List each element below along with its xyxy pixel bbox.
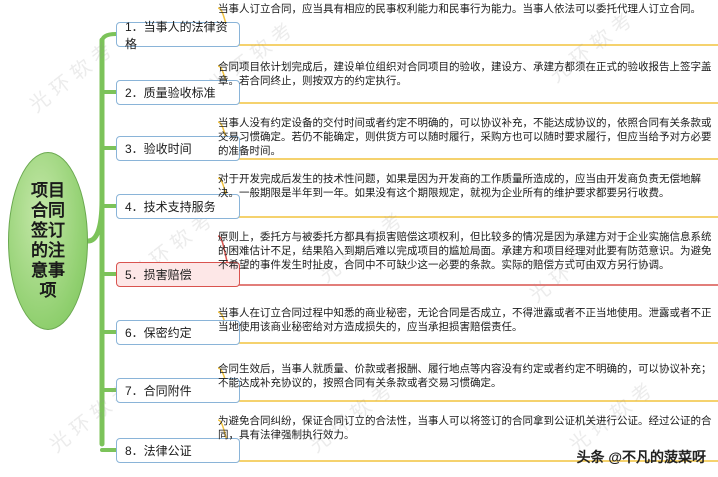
branch-label-2: 2．质量验收标准 — [125, 86, 216, 100]
branch-description-3: 当事人没有约定设备的交付时间或者约定不明确的，可以协议补充，不能达成协议的，依照… — [218, 117, 712, 157]
branch-description-1: 当事人订立合同，应当具有相应的民事权利能力和民事行为能力。当事人依法可以委托代理… — [218, 3, 701, 15]
branch-label-4: 4．技术支持服务 — [125, 200, 216, 214]
branch-node-1: 1．当事人的法律资格 — [116, 20, 240, 51]
author-signature: 头条 @不凡的菠菜呀 — [576, 449, 706, 465]
branch-label-1: 1．当事人的法律资格 — [125, 19, 228, 51]
branch-label-8: 8．法律公证 — [125, 444, 192, 458]
branch-label-3: 3．验收时间 — [125, 142, 192, 156]
root-node: 项目合同签订的注意事项 — [8, 152, 88, 330]
branch-description-8: 为避免合同纠纷，保证合同订立的合法性，当事人可以将签订的合同拿到公证机关进行公证… — [218, 415, 712, 441]
branch-label-6: 6．保密约定 — [125, 326, 192, 340]
branch-description-5: 原则上，委托方与被委托方都具有损害赔偿这项权利，但比较多的情况是因为承建方对于企… — [218, 231, 712, 271]
branch-label-7: 7．合同附件 — [125, 384, 192, 398]
branch-description-6: 当事人在订立合同过程中知悉的商业秘密，无论合同是否成立，不得泄露或者不正当地使用… — [218, 307, 712, 333]
branch-description-7: 合同生效后，当事人就质量、价款或者报酬、履行地点等内容没有约定或者约定不明确的，… — [218, 363, 712, 389]
root-label: 项目合同签订的注意事项 — [31, 181, 65, 300]
branch-label-5: 5．损害赔偿 — [125, 268, 192, 282]
branch-connector-1 — [100, 32, 118, 44]
branch-description-2: 合同项目依计划完成后，建设单位组织对合同项目的验收，建设方、承建方都须在正式的验… — [218, 61, 712, 87]
branch-description-4: 对于开发完成后发生的技术性问题，如果是因为开发商的工作质量所造成的，应当由开发商… — [218, 173, 701, 199]
